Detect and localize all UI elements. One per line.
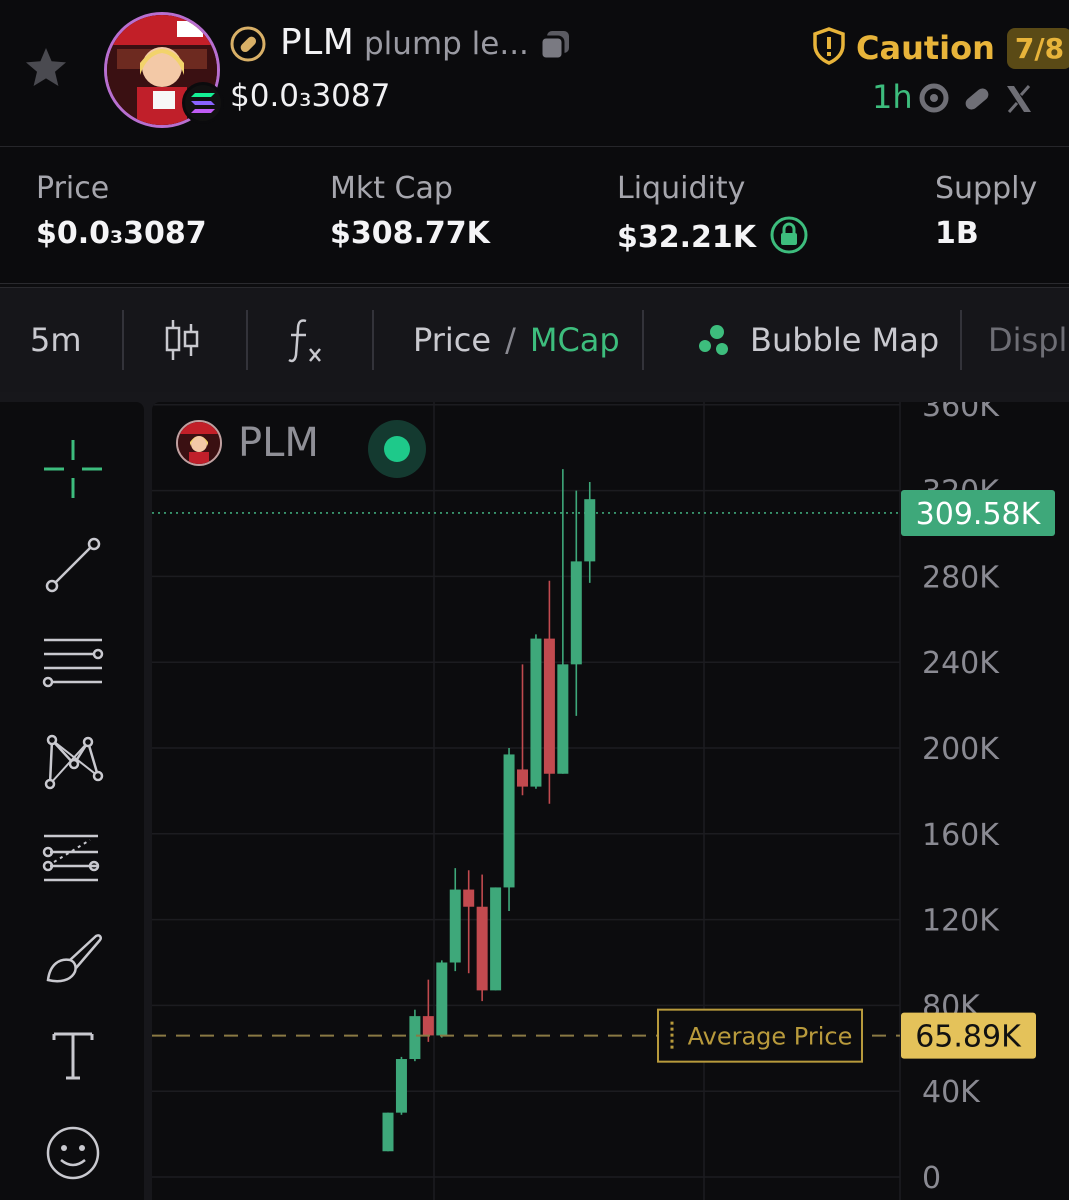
text-tool-icon[interactable] — [40, 1022, 106, 1088]
candle-body[interactable] — [476, 906, 488, 991]
interval-selector[interactable]: 5m — [30, 288, 82, 392]
toolbar-divider — [122, 310, 124, 370]
candle-body[interactable] — [382, 1112, 394, 1152]
candle-body[interactable] — [449, 889, 461, 963]
search-icon[interactable] — [918, 82, 952, 116]
copy-icon[interactable] — [538, 28, 572, 62]
stat-supply: Supply 1B — [935, 171, 1037, 251]
mcap-toggle[interactable]: MCap — [530, 321, 620, 359]
legend-token-avatar — [176, 420, 222, 466]
candle-body[interactable] — [543, 638, 555, 774]
chart-legend: PLM — [176, 420, 319, 466]
stat-value: $308.77K — [330, 216, 490, 251]
drawing-tools-panel — [0, 402, 144, 1200]
y-tick-label: 160K — [922, 818, 1000, 853]
candle-body[interactable] — [395, 1059, 407, 1113]
stat-label: Mkt Cap — [330, 171, 453, 206]
toolbar-divider — [372, 310, 374, 370]
candle-body[interactable] — [409, 1016, 421, 1060]
candlestick-icon[interactable] — [164, 288, 200, 392]
risk-score: 7/8 — [1006, 27, 1069, 69]
y-tick-label: 40K — [922, 1075, 981, 1110]
pattern-icon[interactable] — [40, 728, 106, 794]
price-toggle[interactable]: Price — [413, 321, 491, 359]
x-icon[interactable] — [1002, 82, 1036, 116]
y-tick-label: 280K — [922, 560, 1000, 595]
bubble-map-label: Bubble Map — [750, 321, 940, 359]
toolbar-divider — [960, 310, 962, 370]
brush-icon[interactable] — [40, 924, 106, 990]
chart-toolbar: 5m Price / MCap Bubble Map Displ — [0, 287, 1069, 392]
token-price: $0.0₃3087 — [230, 78, 391, 114]
legend-symbol: PLM — [238, 420, 319, 466]
candle-body[interactable] — [490, 887, 502, 991]
toolbar-divider — [246, 310, 248, 370]
indicator-fx-icon[interactable] — [286, 288, 326, 392]
token-stats: Price $0.0₃3087 Mkt Cap $308.77K Liquidi… — [0, 147, 1069, 284]
candle-body[interactable] — [570, 561, 582, 665]
candle-body[interactable] — [503, 754, 515, 888]
candle-body[interactable] — [584, 499, 596, 562]
current-price-label: 309.58K — [916, 497, 1042, 532]
pill-link-icon[interactable] — [960, 82, 994, 116]
stat-value: 1B — [935, 216, 979, 251]
token-name: plump le... — [364, 26, 529, 62]
stat-label: Price — [36, 171, 110, 206]
chart-panel[interactable]: Average Price 360K320K280K240K200K160K12… — [152, 402, 1069, 1200]
bubble-map-button[interactable]: Bubble Map — [698, 288, 939, 392]
y-tick-label: 240K — [922, 646, 1000, 681]
horizontal-lines-icon[interactable] — [40, 630, 106, 696]
candle-body[interactable] — [422, 1016, 434, 1036]
token-header: PLM plump le... $0.0₃3087 Caution 7/8 1h — [0, 0, 1069, 147]
stat-label: Liquidity — [617, 171, 746, 206]
solana-icon — [182, 82, 224, 124]
candlestick-chart[interactable]: Average Price 360K320K280K240K200K160K12… — [152, 402, 1069, 1200]
toggle-separator: / — [505, 321, 516, 359]
candle-body[interactable] — [530, 638, 542, 787]
crosshair-icon[interactable] — [40, 436, 106, 502]
stat-value: $0.0₃3087 — [36, 216, 207, 251]
candle-body[interactable] — [517, 769, 528, 787]
token-symbol: PLM — [280, 22, 355, 63]
stat-label: Supply — [935, 171, 1038, 206]
fib-retracement-icon[interactable] — [40, 826, 106, 892]
candle-body[interactable] — [557, 664, 569, 774]
stat-price: Price $0.0₃3087 — [36, 171, 207, 251]
live-status-dot — [368, 420, 426, 478]
token-age: 1h — [872, 78, 913, 116]
lock-icon — [770, 216, 808, 258]
y-tick-label: 0 — [922, 1161, 941, 1196]
stat-value: $32.21K — [617, 219, 757, 255]
risk-badge[interactable]: Caution 7/8 — [812, 24, 1069, 72]
stat-mkt-cap: Mkt Cap $308.77K — [330, 171, 490, 251]
stat-liquidity: Liquidity $32.21K — [617, 171, 808, 258]
pill-icon — [230, 26, 266, 62]
shield-icon — [812, 27, 846, 69]
risk-label: Caution — [856, 29, 995, 67]
y-tick-label: 120K — [922, 904, 1000, 939]
emoji-icon[interactable] — [40, 1120, 106, 1186]
average-price-label: 65.89K — [915, 1020, 1022, 1055]
display-button[interactable]: Displ — [988, 288, 1067, 392]
trendline-icon[interactable] — [40, 532, 106, 598]
favorite-star-icon[interactable] — [22, 44, 70, 92]
bubble-map-icon — [698, 324, 730, 356]
y-tick-label: 360K — [922, 402, 1000, 424]
toolbar-divider — [642, 310, 644, 370]
y-tick-label: 200K — [922, 732, 1000, 767]
price-mcap-toggle[interactable]: Price / MCap — [413, 288, 620, 392]
candle-body[interactable] — [436, 962, 448, 1036]
candle-body[interactable] — [463, 889, 475, 907]
average-price-text: Average Price — [688, 1023, 853, 1051]
